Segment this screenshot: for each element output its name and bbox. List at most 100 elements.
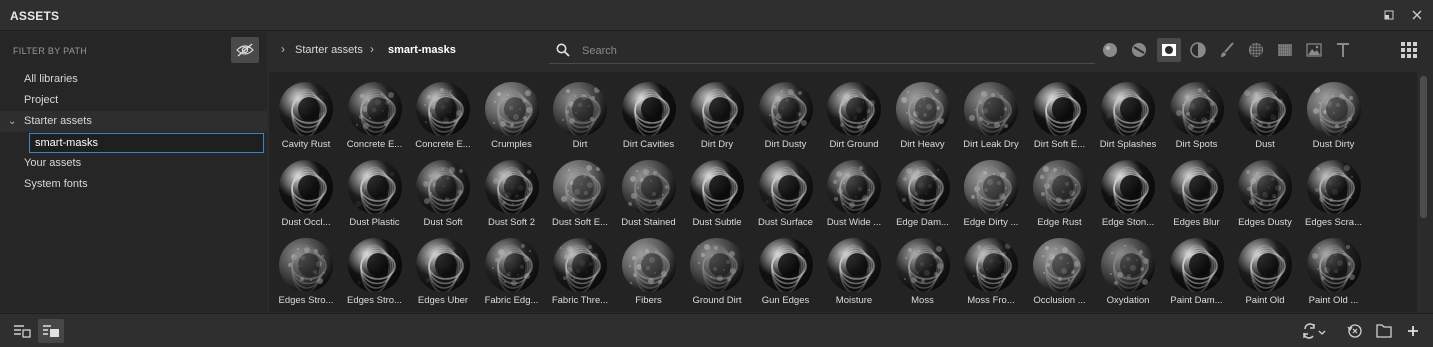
hide-visibility-icon[interactable] [231, 37, 259, 63]
asset-label: Dirt Soft E... [1033, 139, 1086, 150]
asset-thumbnail [827, 160, 881, 214]
asset-tile[interactable]: Crumples [479, 78, 545, 154]
asset-thumbnail [279, 160, 333, 214]
asset-tile[interactable]: Ground Dirt [684, 234, 750, 310]
asset-tile[interactable]: Dirt Ground [821, 78, 887, 154]
tree-item-project[interactable]: Project [0, 90, 267, 111]
grunges-filter-icon[interactable] [1273, 38, 1297, 62]
asset-tile[interactable]: Paint Dam... [1164, 234, 1230, 310]
fonts-filter-icon[interactable] [1331, 38, 1355, 62]
asset-tile[interactable]: Dirt Dry [684, 78, 750, 154]
asset-label: Dirt Leak Dry [963, 139, 1019, 150]
asset-tile[interactable]: Dirt Soft E... [1027, 78, 1093, 154]
asset-tile[interactable]: Dust [1232, 78, 1298, 154]
asset-tile[interactable]: Edges Blur [1164, 156, 1230, 232]
alphas-filter-icon[interactable] [1244, 38, 1268, 62]
asset-tile[interactable]: Dust Subtle [684, 156, 750, 232]
environments-filter-icon[interactable] [1302, 38, 1326, 62]
chevron-down-icon[interactable]: ⌄ [8, 111, 16, 132]
asset-tile[interactable]: Oxydation [1095, 234, 1161, 310]
asset-tile[interactable]: Moisture [821, 234, 887, 310]
brushes-filter-icon[interactable] [1215, 38, 1239, 62]
asset-tile[interactable]: Dust Soft [410, 156, 476, 232]
asset-tile[interactable]: Dust Soft E... [547, 156, 613, 232]
asset-tile[interactable]: Dirt Splashes [1095, 78, 1161, 154]
asset-tile[interactable]: Dirt Heavy [890, 78, 956, 154]
smart-materials-filter-icon[interactable] [1127, 38, 1151, 62]
asset-thumbnail [1101, 238, 1155, 292]
asset-tile[interactable]: Moss [890, 234, 956, 310]
asset-tile[interactable]: Paint Old [1232, 234, 1298, 310]
tree-item-system-fonts[interactable]: System fonts [0, 174, 267, 195]
asset-thumbnail [484, 160, 539, 214]
asset-tile[interactable]: Paint Old ... [1301, 234, 1367, 310]
list-view-icon[interactable] [38, 319, 64, 343]
asset-thumbnail [1169, 238, 1224, 292]
asset-tile[interactable]: Dust Occl... [273, 156, 339, 232]
asset-tile[interactable]: Concrete E... [410, 78, 476, 154]
asset-tile[interactable]: Edges Scra... [1301, 156, 1367, 232]
close-icon[interactable] [1409, 7, 1425, 23]
asset-tile[interactable]: Edges Uber [410, 234, 476, 310]
tree-item-all-libraries[interactable]: All libraries [0, 69, 267, 90]
search-input[interactable] [582, 43, 1082, 59]
asset-thumbnail [758, 82, 813, 136]
scrollbar[interactable] [1417, 72, 1433, 312]
add-icon[interactable] [1400, 319, 1426, 343]
asset-thumbnail [895, 238, 950, 292]
asset-tile[interactable]: Dirt Leak Dry [958, 78, 1024, 154]
history-icon[interactable] [1342, 319, 1368, 343]
asset-tile[interactable]: Fabric Edg... [479, 234, 545, 310]
asset-thumbnail [1238, 238, 1292, 292]
folder-icon[interactable] [1371, 319, 1397, 343]
asset-tile[interactable]: Dirt Dusty [753, 78, 819, 154]
asset-label: Oxydation [1106, 295, 1150, 306]
asset-thumbnail [827, 238, 881, 292]
tree-item-label: All libraries [24, 73, 78, 85]
asset-label: Fabric Thre... [551, 295, 609, 306]
asset-tile[interactable]: Edge Rust [1027, 156, 1093, 232]
asset-tile[interactable]: Dirt Spots [1164, 78, 1230, 154]
grid-view-icon[interactable] [1399, 40, 1419, 60]
asset-tile[interactable]: Edge Dam... [890, 156, 956, 232]
asset-label: Edge Dirty ... [963, 217, 1019, 228]
asset-label: Moss Fro... [967, 295, 1015, 306]
asset-tile[interactable]: Gun Edges [753, 234, 819, 310]
maximize-icon[interactable] [1381, 7, 1397, 23]
asset-tile[interactable]: Moss Fro... [958, 234, 1024, 310]
tree-item-smart-masks[interactable]: smart-masks [29, 133, 264, 153]
chevron-right-icon: › [281, 42, 285, 56]
asset-tile[interactable]: Edges Dusty [1232, 156, 1298, 232]
asset-tile[interactable]: Cavity Rust [273, 78, 339, 154]
breadcrumb-starter-assets[interactable]: Starter assets [295, 44, 363, 56]
refresh-icon[interactable] [1298, 319, 1330, 343]
asset-thumbnail [553, 160, 607, 214]
asset-tile[interactable]: Edge Dirty ... [958, 156, 1024, 232]
tree-item-label: Project [24, 94, 59, 106]
tree-item-your-assets[interactable]: Your assets [0, 153, 267, 174]
list-save-icon[interactable] [9, 319, 35, 343]
asset-tile[interactable]: Fibers [616, 234, 682, 310]
asset-tile[interactable]: Edges Stro... [342, 234, 408, 310]
filters-filter-icon[interactable] [1186, 38, 1210, 62]
asset-tile[interactable]: Fabric Thre... [547, 234, 613, 310]
smart-masks-filter-icon[interactable] [1157, 38, 1181, 62]
asset-tile[interactable]: Dust Plastic [342, 156, 408, 232]
breadcrumb-smart-masks[interactable]: smart-masks [388, 44, 456, 56]
asset-tile[interactable]: Dust Soft 2 [479, 156, 545, 232]
asset-thumbnail [347, 82, 402, 136]
materials-filter-icon[interactable] [1098, 38, 1122, 62]
asset-tile[interactable]: Dirt [547, 78, 613, 154]
tree-item-starter-assets[interactable]: ⌄ Starter assets [0, 111, 267, 132]
asset-thumbnail [1032, 238, 1087, 292]
asset-tile[interactable]: Dust Stained [616, 156, 682, 232]
asset-tile[interactable]: Dust Dirty [1301, 78, 1367, 154]
asset-tile[interactable]: Concrete E... [342, 78, 408, 154]
asset-tile[interactable]: Edges Stro... [273, 234, 339, 310]
asset-tile[interactable]: Dirt Cavities [616, 78, 682, 154]
asset-tile[interactable]: Occlusion ... [1027, 234, 1093, 310]
asset-tile[interactable]: Dust Wide ... [821, 156, 887, 232]
asset-tile[interactable]: Dust Surface [753, 156, 819, 232]
asset-tile[interactable]: Edge Ston... [1095, 156, 1161, 232]
scrollbar-thumb[interactable] [1420, 76, 1427, 218]
